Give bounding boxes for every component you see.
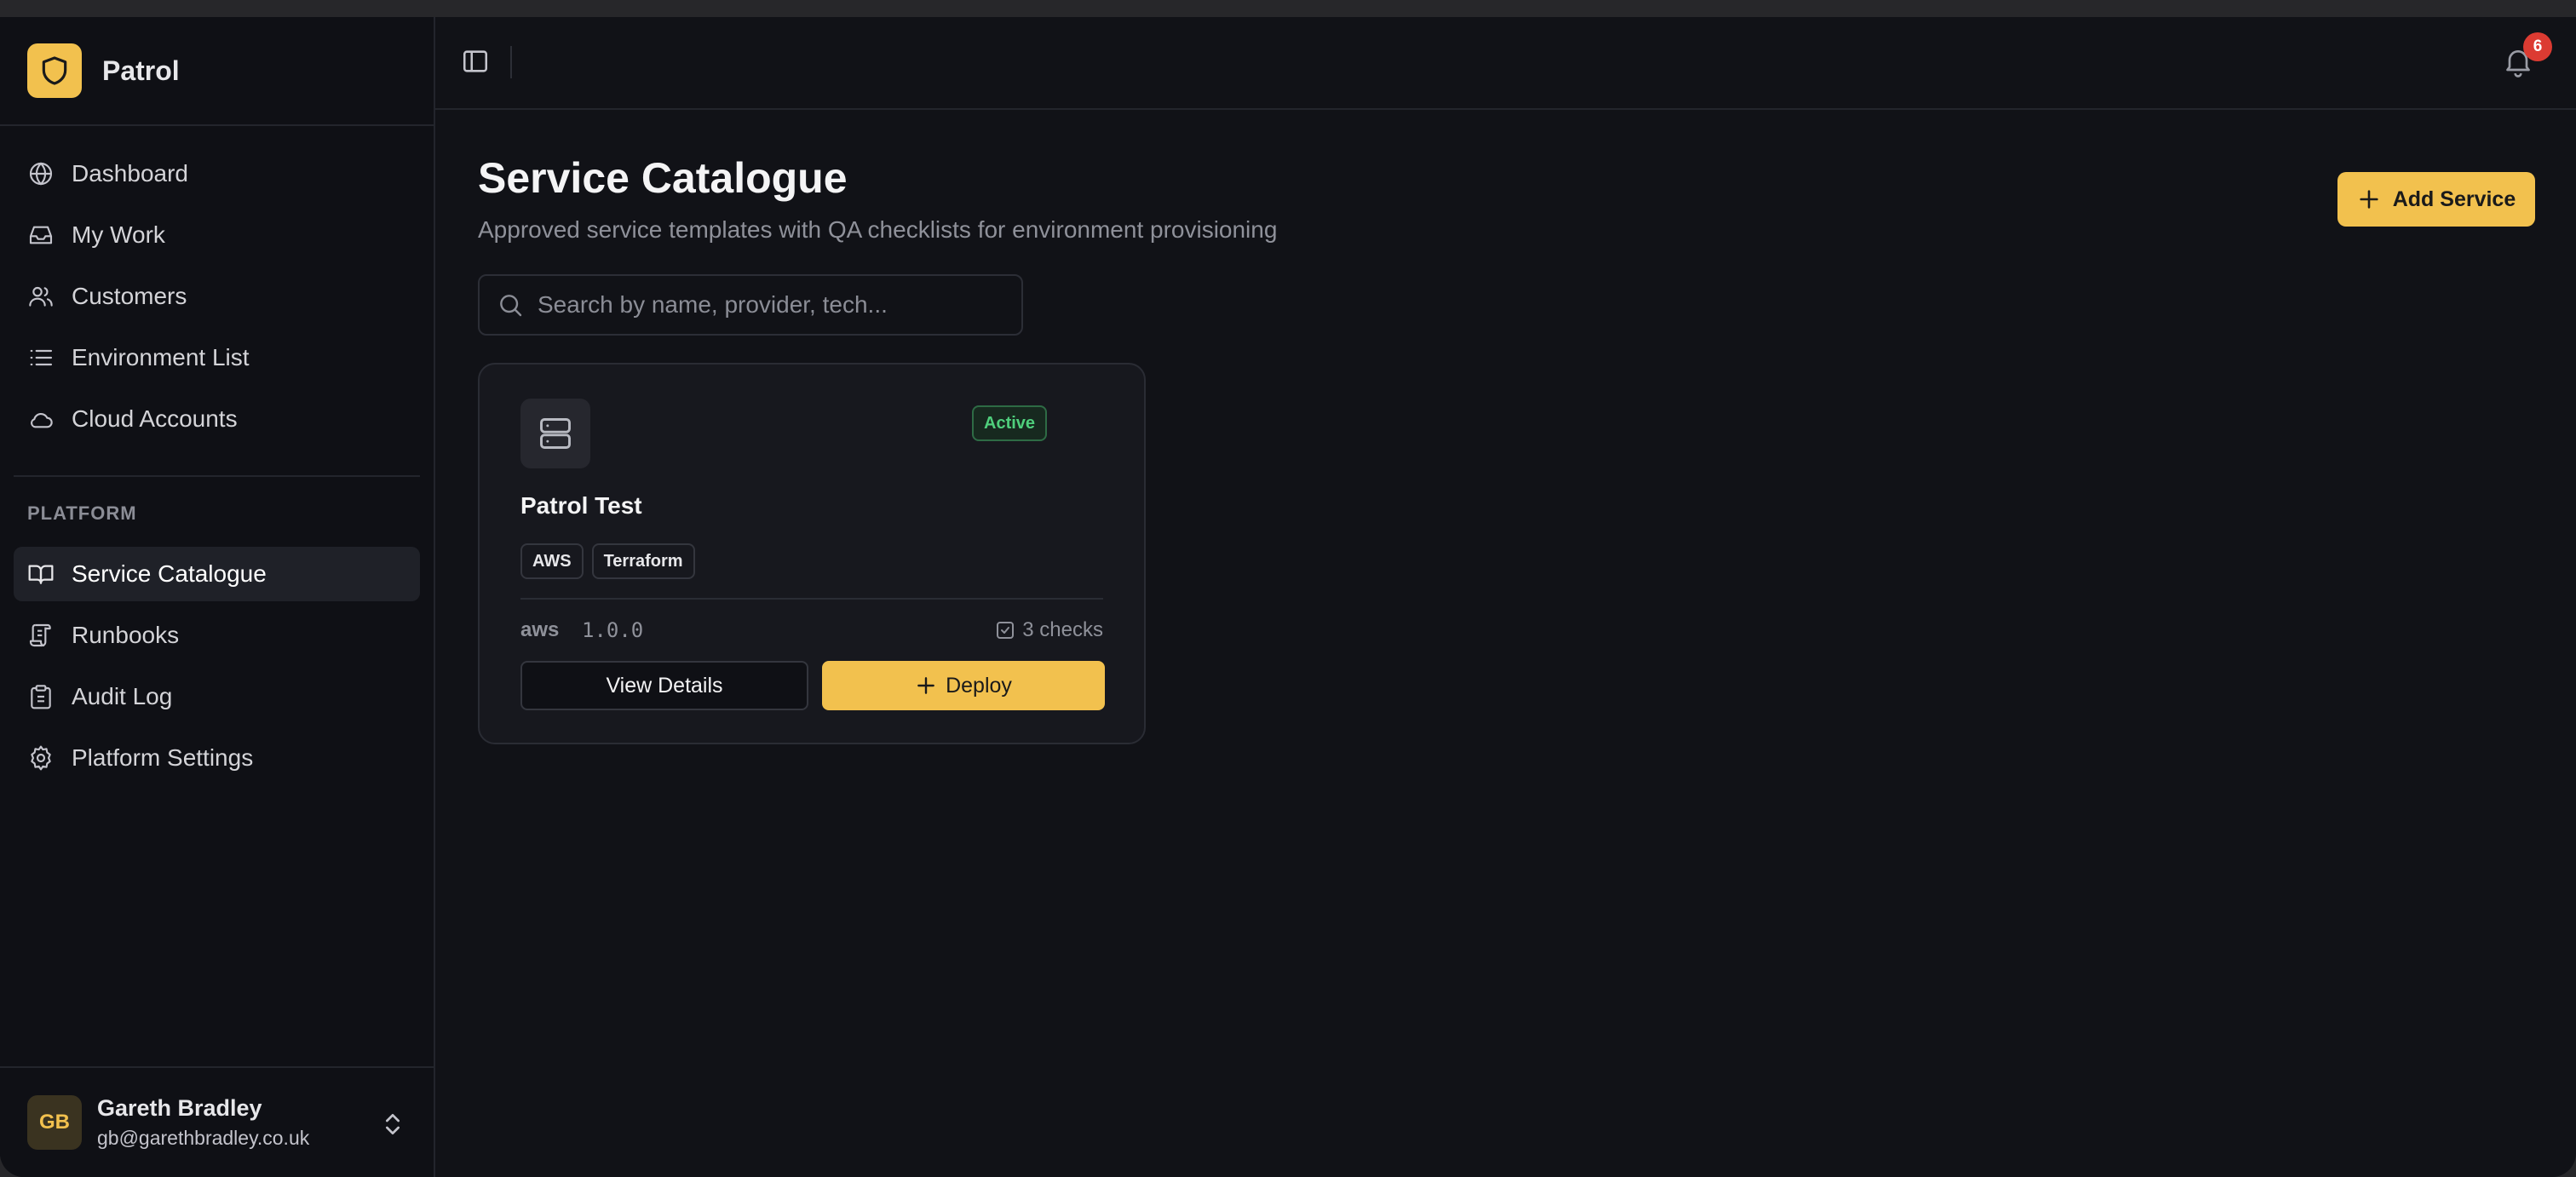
plus-icon — [2360, 190, 2378, 209]
server-icon — [520, 399, 590, 468]
topbar: 6 — [435, 17, 2576, 110]
add-service-button[interactable]: Add Service — [2337, 172, 2535, 227]
book-open-icon — [28, 565, 54, 584]
service-checks: 3 checks — [995, 618, 1103, 642]
inbox-icon — [29, 226, 53, 244]
view-details-button[interactable]: View Details — [520, 661, 808, 710]
sidebar-item-label: Cloud Accounts — [72, 405, 238, 432]
main-nav: Dashboard My Work Customers Environment … — [0, 126, 434, 453]
sidebar-item-label: Runbooks — [72, 622, 180, 648]
nav-divider — [14, 475, 420, 477]
service-version: 1.0.0 — [582, 618, 644, 642]
section-label-platform: PLATFORM — [27, 502, 137, 524]
page-title: Service Catalogue — [478, 154, 848, 202]
sidebar: Patrol Dashboard My Work Customers Envir… — [0, 17, 435, 1177]
scroll-icon — [29, 623, 51, 647]
deploy-button[interactable]: Deploy — [822, 661, 1105, 710]
check-square-icon — [997, 622, 1015, 639]
service-checks-label: 3 checks — [1022, 618, 1103, 641]
notification-badge: 6 — [2523, 32, 2552, 61]
users-icon — [29, 286, 53, 307]
deploy-label: Deploy — [946, 673, 1012, 698]
clipboard-icon — [31, 685, 51, 709]
platform-nav: Service Catalogue Runbooks Audit Log Pla… — [0, 547, 434, 792]
sidebar-item-label: My Work — [72, 221, 165, 248]
sidebar-item-customers[interactable]: Customers — [14, 269, 420, 324]
service-card[interactable]: Active Patrol Test AWS Terraform aws 1.0… — [478, 363, 1146, 744]
sidebar-item-runbooks[interactable]: Runbooks — [14, 608, 420, 663]
sidebar-item-cloud-accounts[interactable]: Cloud Accounts — [14, 392, 420, 446]
brand-name: Patrol — [102, 55, 180, 86]
add-service-label: Add Service — [2392, 187, 2516, 211]
topbar-divider — [510, 46, 512, 78]
sidebar-item-label: Audit Log — [72, 683, 173, 709]
sidebar-item-label: Customers — [72, 283, 187, 309]
sidebar-item-platform-settings[interactable]: Platform Settings — [14, 731, 420, 785]
sidebar-item-my-work[interactable]: My Work — [14, 208, 420, 262]
sidebar-item-label: Platform Settings — [72, 744, 254, 771]
search-icon — [500, 295, 522, 317]
page-subtitle: Approved service templates with QA check… — [478, 216, 1278, 243]
search-input[interactable] — [538, 291, 1015, 319]
sidebar-item-dashboard[interactable]: Dashboard — [14, 146, 420, 201]
user-info: Gareth Bradley gb@garethbradley.co.uk — [97, 1095, 309, 1150]
sidebar-item-label: Dashboard — [72, 160, 188, 187]
status-badge: Active — [972, 405, 1048, 441]
gear-icon — [31, 745, 51, 771]
plus-icon — [917, 677, 934, 694]
search-box — [478, 274, 1023, 336]
tag-aws: AWS — [520, 543, 584, 579]
service-name: Patrol Test — [520, 492, 642, 519]
sidebar-item-label: Environment List — [72, 344, 250, 370]
main-content: 6 Service Catalogue Approved service tem… — [435, 17, 2576, 1177]
user-menu[interactable]: GB Gareth Bradley gb@garethbradley.co.uk — [0, 1066, 434, 1177]
shield-icon — [27, 43, 82, 98]
cloud-icon — [31, 412, 53, 428]
sidebar-item-label: Service Catalogue — [72, 560, 267, 587]
globe-icon — [29, 162, 53, 186]
sidebar-item-environment-list[interactable]: Environment List — [14, 330, 420, 385]
service-tags: AWS Terraform — [520, 543, 704, 579]
sidebar-item-service-catalogue[interactable]: Service Catalogue — [14, 547, 420, 601]
card-divider — [520, 598, 1103, 600]
sidebar-toggle-icon[interactable] — [461, 47, 490, 76]
user-email: gb@garethbradley.co.uk — [97, 1127, 310, 1149]
app-window: Patrol Dashboard My Work Customers Envir… — [0, 17, 2576, 1177]
brand[interactable]: Patrol — [0, 17, 434, 126]
sidebar-item-audit-log[interactable]: Audit Log — [14, 669, 420, 724]
tag-terraform: Terraform — [591, 543, 695, 579]
list-icon — [30, 349, 53, 366]
chevrons-up-down-icon[interactable] — [379, 1109, 406, 1140]
avatar: GB — [27, 1095, 82, 1150]
user-name: Gareth Bradley — [97, 1095, 262, 1121]
service-provider: aws — [520, 618, 560, 641]
